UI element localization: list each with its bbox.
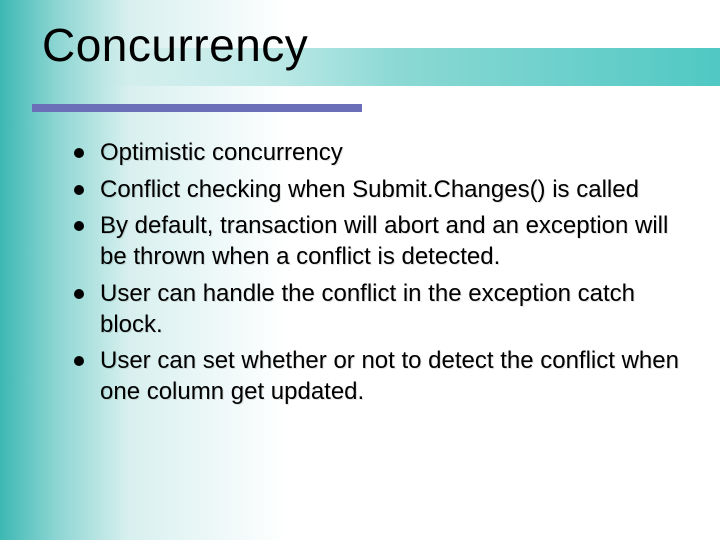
bullet-item: User can handle the conflict in the exce… (70, 279, 680, 340)
title-area: Concurrency (0, 0, 720, 80)
bullet-item: Conflict checking when Submit.Changes() … (70, 175, 680, 206)
accent-bar (32, 104, 362, 112)
content-area: Optimistic concurrency Conflict checking… (0, 80, 720, 408)
slide-title: Concurrency (42, 18, 720, 72)
bullet-item: Optimistic concurrency (70, 138, 680, 169)
bullet-list: Optimistic concurrency Conflict checking… (70, 138, 680, 408)
bullet-item: User can set whether or not to detect th… (70, 346, 680, 407)
bullet-item: By default, transaction will abort and a… (70, 211, 680, 272)
